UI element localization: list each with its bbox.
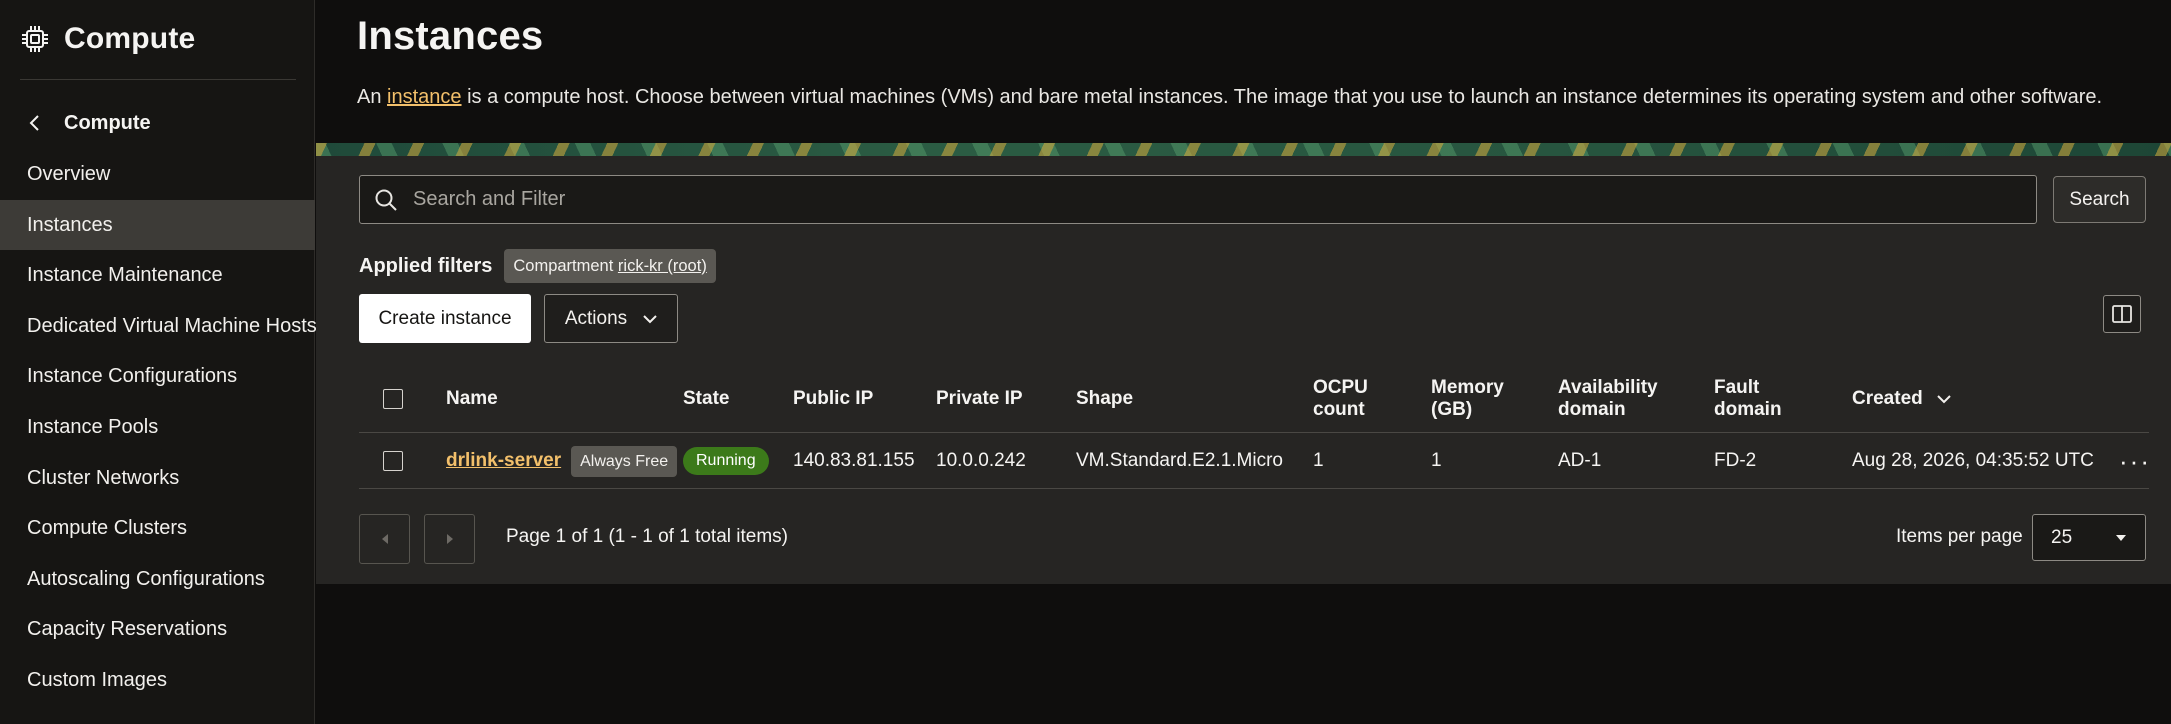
back-to-compute-link[interactable]: Compute	[28, 106, 151, 140]
sidebar-divider	[20, 79, 296, 80]
page-description: An instance is a compute host. Choose be…	[357, 86, 2102, 109]
availability-domain-cell: AD-1	[1558, 450, 1602, 471]
next-page-button[interactable]	[424, 514, 475, 564]
search-input[interactable]	[413, 176, 2036, 223]
columns-icon	[2112, 305, 2132, 323]
applied-filters-label: Applied filters	[359, 254, 493, 277]
caret-right-icon	[446, 534, 453, 544]
applied-filters: Applied filters Compartment rick-kr (roo…	[359, 249, 716, 283]
page-title: Instances	[357, 14, 544, 58]
chevron-left-icon	[29, 115, 39, 131]
ocpu-cell: 1	[1313, 450, 1324, 471]
sidebar-item-instance-maintenance[interactable]: Instance Maintenance	[0, 250, 315, 301]
pagination-status: Page 1 of 1 (1 - 1 of 1 total items)	[506, 526, 788, 547]
compute-chip-icon	[22, 26, 48, 52]
items-per-page-value: 25	[2051, 526, 2073, 548]
caret-left-icon	[381, 534, 388, 544]
create-instance-button[interactable]: Create instance	[359, 294, 531, 343]
memory-cell: 1	[1431, 450, 1442, 471]
sidebar-item-compute-clusters[interactable]: Compute Clusters	[0, 503, 315, 554]
state-cell: Running	[683, 434, 769, 488]
sidebar-item-overview[interactable]: Overview	[0, 149, 315, 200]
main-content: Instances An instance is a compute host.…	[316, 0, 2171, 724]
created-cell: Aug 28, 2026, 04:35:52 UTC	[1852, 450, 2094, 471]
chevron-down-icon	[643, 314, 657, 323]
back-link-label: Compute	[64, 111, 151, 134]
instance-name-link[interactable]: drlink-server	[446, 450, 561, 472]
col-private-ip[interactable]: Private IP	[936, 366, 1023, 432]
always-free-badge: Always Free	[571, 445, 678, 477]
sort-chevron-down-icon	[1937, 395, 1951, 404]
table-header: Name State Public IP Private IP Shape OC…	[359, 366, 2149, 433]
sidebar-item-dedicated-vm-hosts[interactable]: Dedicated Virtual Machine Hosts	[0, 301, 317, 352]
more-options-icon: ···	[2119, 446, 2151, 476]
search-button[interactable]: Search	[2053, 176, 2146, 223]
instance-help-link[interactable]: instance	[387, 86, 462, 108]
search-icon	[375, 189, 397, 211]
shape-cell: VM.Standard.E2.1.Micro	[1076, 450, 1283, 471]
col-ocpu-count[interactable]: OCPU count	[1313, 366, 1383, 432]
sidebar-item-capacity-reservations[interactable]: Capacity Reservations	[0, 604, 315, 655]
sidebar: Compute Compute Overview Instances Insta…	[0, 0, 317, 724]
status-badge: Running	[683, 447, 769, 475]
sidebar-item-instance-pools[interactable]: Instance Pools	[0, 402, 315, 453]
sidebar-nav: Overview Instances Instance Maintenance …	[0, 149, 317, 706]
sidebar-item-cluster-networks[interactable]: Cluster Networks	[0, 453, 315, 504]
col-memory[interactable]: Memory (GB)	[1431, 366, 1516, 432]
search-box	[359, 175, 2037, 224]
select-all-cell	[383, 366, 403, 432]
sidebar-item-instance-configurations[interactable]: Instance Configurations	[0, 351, 315, 402]
caret-down-icon	[2116, 534, 2126, 541]
filter-chip-prefix: Compartment	[513, 257, 618, 275]
col-shape[interactable]: Shape	[1076, 366, 1133, 432]
compartment-filter-chip[interactable]: Compartment rick-kr (root)	[504, 249, 716, 283]
previous-page-button[interactable]	[359, 514, 410, 564]
row-checkbox[interactable]	[383, 451, 403, 471]
actions-dropdown-button[interactable]: Actions	[544, 294, 678, 343]
sidebar-item-instances[interactable]: Instances	[0, 199, 315, 251]
items-per-page-label: Items per page	[1896, 526, 2023, 547]
sidebar-header: Compute	[20, 16, 195, 62]
sidebar-item-autoscaling-configurations[interactable]: Autoscaling Configurations	[0, 554, 315, 605]
select-all-checkbox[interactable]	[383, 389, 403, 409]
col-created-label: Created	[1852, 388, 1923, 409]
col-state[interactable]: State	[683, 366, 729, 432]
private-ip-cell: 10.0.0.242	[936, 450, 1026, 471]
col-created[interactable]: Created	[1852, 366, 1951, 432]
public-ip-cell: 140.83.81.155	[793, 450, 915, 471]
compartment-link[interactable]: rick-kr (root)	[618, 257, 707, 275]
actions-label: Actions	[564, 307, 628, 329]
description-prefix: An	[357, 86, 388, 108]
col-public-ip[interactable]: Public IP	[793, 366, 873, 432]
table-row: drlink-server Always Free Running 140.83…	[359, 434, 2149, 489]
items-per-page-select[interactable]: 25	[2032, 514, 2146, 561]
sidebar-item-custom-images[interactable]: Custom Images	[0, 655, 315, 706]
row-actions-menu[interactable]: ···	[2119, 434, 2151, 488]
col-fault-domain[interactable]: Fault domain	[1714, 366, 1794, 432]
fault-domain-cell: FD-2	[1714, 450, 1757, 471]
instances-panel: Search Applied filters Compartment rick-…	[316, 156, 2171, 584]
decorative-banner	[316, 143, 2171, 156]
manage-columns-button[interactable]	[2103, 295, 2141, 333]
name-cell: drlink-server Always Free	[446, 434, 678, 488]
col-name[interactable]: Name	[446, 366, 498, 432]
col-availability-domain[interactable]: Availability domain	[1558, 366, 1668, 432]
sidebar-title: Compute	[64, 22, 196, 55]
row-select-cell	[383, 434, 403, 488]
description-suffix: is a compute host. Choose between virtua…	[461, 86, 2103, 108]
